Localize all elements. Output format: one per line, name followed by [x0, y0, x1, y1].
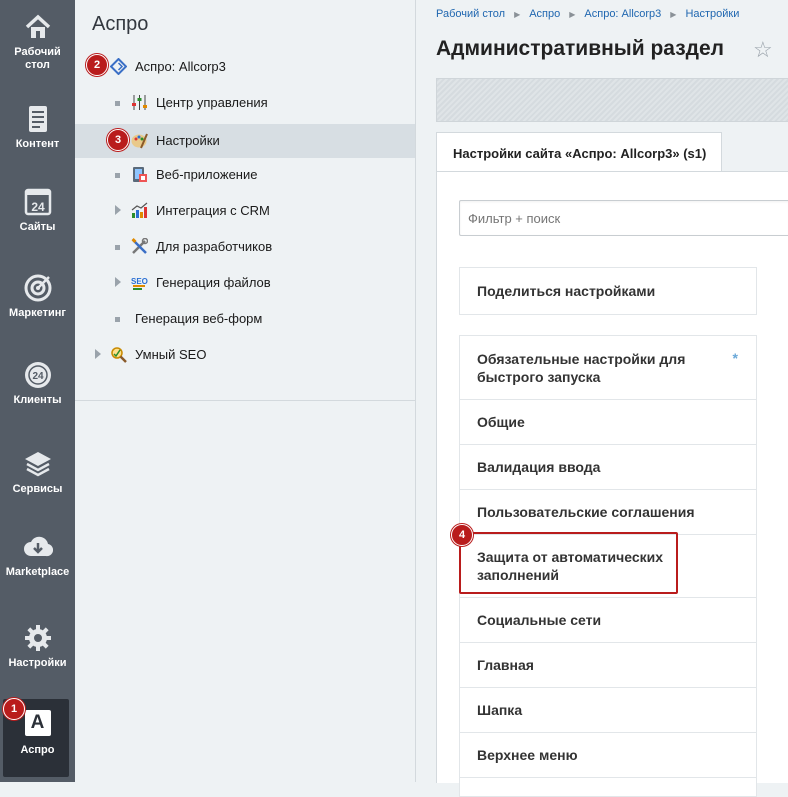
- settings-item-top-menu[interactable]: Верхнее меню: [460, 732, 756, 777]
- page-title: Административный раздел: [436, 37, 725, 60]
- settings-content: Поделиться настройками Обязательные наст…: [436, 171, 788, 797]
- favorite-star-icon[interactable]: ☆: [753, 37, 773, 63]
- crm-chart-icon: [131, 202, 148, 218]
- panel-divider: [75, 400, 415, 401]
- tree-item-label: Генерация файлов: [156, 275, 271, 290]
- breadcrumb-aspro[interactable]: Аспро: [529, 8, 560, 20]
- tree-item-label: Веб-приложение: [156, 167, 258, 182]
- palette-settings-icon: [131, 133, 148, 149]
- settings-item-next[interactable]: [460, 777, 756, 796]
- layers-icon: [24, 452, 51, 477]
- breadcrumb-allcorp3[interactable]: Аспро: Allcorp3: [584, 8, 661, 20]
- step-badge-3: 3: [107, 129, 129, 151]
- filter-search-input[interactable]: [459, 200, 788, 236]
- tree-item-label: Умный SEO: [135, 347, 207, 362]
- tree-item-web-app[interactable]: Веб-приложение: [75, 158, 415, 192]
- settings-item-main[interactable]: Главная: [460, 642, 756, 687]
- settings-item-header[interactable]: Шапка: [460, 687, 756, 732]
- tree-bullet: [115, 317, 120, 322]
- breadcrumb-settings[interactable]: Настройки: [685, 8, 739, 20]
- target-icon: [24, 274, 51, 302]
- tree-bullet: [115, 245, 120, 250]
- step-badge-1: 1: [3, 698, 25, 720]
- document-icon: [28, 106, 47, 132]
- settings-item-general[interactable]: Общие: [460, 399, 756, 444]
- control-center-icon: [132, 95, 147, 110]
- panel-title: Аспро: [92, 13, 149, 35]
- aspro-a-icon: A: [24, 710, 51, 736]
- settings-item-antispam[interactable]: Защита от автоматических заполнений: [460, 534, 756, 597]
- tab-site-settings[interactable]: Настройки сайта «Аспро: Allcorp3» (s1): [436, 132, 722, 173]
- tree-item-file-generation[interactable]: SEO Генерация файлов: [75, 266, 415, 300]
- required-asterisk: *: [732, 350, 738, 366]
- settings-item-input-validation[interactable]: Валидация ввода: [460, 444, 756, 489]
- tree-item-label: Интеграция с CRM: [156, 203, 270, 218]
- tree-item-smart-seo[interactable]: Умный SEO: [75, 338, 415, 372]
- tree-bullet: [115, 173, 120, 178]
- web-app-icon: [133, 167, 147, 182]
- tree-bullet: [115, 101, 120, 106]
- tree-item-developers[interactable]: Для разработчиков: [75, 230, 415, 264]
- breadcrumb: Рабочий стол ▶ Аспро ▶ Аспро: Allcorp3 ▶ Настр…: [436, 8, 739, 20]
- menu-item-services[interactable]: Сервисы: [0, 449, 75, 496]
- step-badge-4: 4: [451, 524, 473, 546]
- tree-item-allcorp3[interactable]: Аспро: Allcorp3: [75, 50, 415, 84]
- settings-list: Обязательные настройки для быстрого запу…: [459, 335, 757, 797]
- cloud-download-icon: [23, 536, 53, 557]
- calendar-24-icon: 24: [24, 188, 51, 216]
- menu-item-clients[interactable]: 24 Клиенты: [0, 360, 75, 407]
- breadcrumb-separator-icon: ▶: [670, 10, 677, 19]
- clients-24-icon: 24: [24, 362, 51, 388]
- allcorp-diamond-icon: [110, 58, 127, 75]
- menu-item-settings[interactable]: Настройки: [0, 623, 75, 670]
- seo-files-icon: SEO: [131, 277, 148, 290]
- tree-item-crm-integration[interactable]: Интеграция с CRM: [75, 194, 415, 228]
- svg-text:24: 24: [31, 200, 45, 214]
- expand-arrow-icon[interactable]: [115, 277, 121, 287]
- main-content: Рабочий стол ▶ Аспро ▶ Аспро: Allcorp3 ▶ Настр…: [416, 0, 788, 797]
- menu-item-marketing[interactable]: Маркетинг: [0, 273, 75, 320]
- menu-item-content[interactable]: Контент: [0, 104, 75, 151]
- developer-tools-icon: [131, 238, 148, 254]
- menu-item-marketplace[interactable]: Marketplace: [0, 532, 75, 579]
- settings-item-social[interactable]: Социальные сети: [460, 597, 756, 642]
- settings-item-user-agreements[interactable]: Пользовательские соглашения: [460, 489, 756, 534]
- tree-item-webform-generation[interactable]: Генерация веб-форм: [75, 302, 415, 336]
- left-menu: Рабочий стол Контент 24 Сайты Маркетинг …: [0, 0, 75, 782]
- gear-icon: [24, 625, 51, 651]
- svg-text:24: 24: [32, 371, 44, 382]
- home-icon: [25, 14, 50, 38]
- tree-item-label: Аспро: Allcorp3: [135, 59, 226, 74]
- aspro-tree-panel: Аспро Аспро: Allcorp3 2 Центр управления…: [75, 0, 416, 782]
- breadcrumb-separator-icon: ▶: [569, 10, 576, 19]
- tree-item-label: Генерация веб-форм: [135, 311, 263, 326]
- menu-item-desktop[interactable]: Рабочий стол: [0, 12, 75, 72]
- smart-seo-icon: [111, 347, 127, 363]
- breadcrumb-separator-icon: ▶: [514, 10, 521, 19]
- step-badge-2: 2: [86, 54, 108, 76]
- tree-item-label: Настройки: [156, 133, 220, 148]
- share-settings-card[interactable]: Поделиться настройками: [459, 267, 757, 315]
- settings-item-required[interactable]: Обязательные настройки для быстрого запу…: [460, 336, 756, 399]
- expand-arrow-icon[interactable]: [95, 349, 101, 359]
- menu-item-sites[interactable]: 24 Сайты: [0, 187, 75, 234]
- tree-item-control-center[interactable]: Центр управления: [75, 86, 415, 120]
- share-settings-label: Поделиться настройками: [477, 283, 656, 299]
- svg-text:SEO: SEO: [131, 277, 148, 286]
- expand-arrow-icon[interactable]: [115, 205, 121, 215]
- breadcrumb-desktop[interactable]: Рабочий стол: [436, 8, 505, 20]
- toolbar-strip: [436, 78, 788, 122]
- tree-item-label: Для разработчиков: [156, 239, 273, 254]
- tree-item-label: Центр управления: [156, 95, 268, 110]
